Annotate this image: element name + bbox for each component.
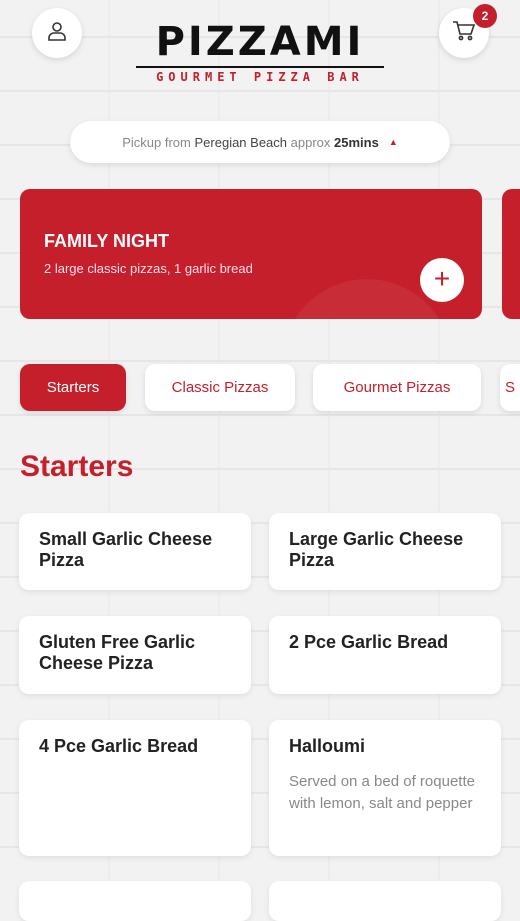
pickup-location: Peregian Beach [194, 134, 288, 150]
section-title: Starters [20, 450, 134, 483]
tab-gourmet-pizzas[interactable]: Gourmet Pizzas [313, 364, 481, 411]
tab-classic-pizzas[interactable]: Classic Pizzas [145, 364, 295, 411]
cart-icon [452, 20, 476, 47]
cart-count-badge: 2 [473, 4, 497, 28]
caret-up-icon: ▲ [388, 137, 398, 147]
tab-starters[interactable]: Starters [20, 364, 126, 411]
tab-next-category[interactable]: S [500, 364, 520, 411]
plus-icon[interactable]: + [420, 258, 464, 302]
tab-next-category-label: S [504, 379, 515, 396]
menu-item-title: Large Garlic Cheese Pizza [289, 529, 464, 570]
pickup-prefix: Pickup from [122, 134, 191, 150]
promo-description: 2 large classic pizzas, 1 garlic bread [44, 261, 253, 276]
menu-item-title: Small Garlic Cheese Pizza [39, 529, 213, 570]
logo-title: PIZZAMI [155, 19, 365, 65]
menu-item-title: 2 Pce Garlic Bread [289, 632, 449, 652]
menu-item-card[interactable]: 4 Pce Garlic Bread [19, 720, 251, 856]
promo-card[interactable]: FAMILY NIGHT 2 large classic pizzas, 1 g… [20, 189, 482, 319]
cart-button[interactable]: 2 [439, 4, 497, 58]
menu-item-card[interactable]: Large Garlic Cheese Pizza [269, 513, 501, 590]
profile-button[interactable] [32, 8, 82, 58]
pickup-selector[interactable]: Pickup from Peregian Beach approx 25mins… [70, 121, 450, 163]
user-icon [46, 20, 68, 47]
menu-item-card[interactable]: Halloumi Served on a bed of roquette wit… [269, 720, 501, 856]
pickup-approx: approx [290, 134, 331, 150]
logo-subtitle: GOURMET PIZZA BAR [156, 70, 364, 84]
menu-item-card[interactable] [19, 881, 251, 921]
menu-item-title: Gluten Free Garlic Cheese Pizza [39, 632, 196, 673]
menu-item-card[interactable]: Gluten Free Garlic Cheese Pizza [19, 616, 251, 694]
promo-title: FAMILY NIGHT [44, 231, 170, 251]
pickup-time: 25mins [334, 134, 379, 150]
menu-item-card[interactable]: Small Garlic Cheese Pizza [19, 513, 251, 590]
menu-item-title: Halloumi [289, 736, 366, 756]
menu-item-card[interactable] [269, 881, 501, 921]
menu-item-title: 4 Pce Garlic Bread [39, 736, 199, 756]
next-promo-card[interactable] [502, 189, 520, 319]
logo-divider [136, 66, 384, 68]
menu-item-description: Served on a bed of roquette with lemon, … [289, 773, 475, 812]
menu-item-card[interactable]: 2 Pce Garlic Bread [269, 616, 501, 694]
logo: PIZZAMI GOURMET PIZZA BAR [134, 18, 386, 84]
